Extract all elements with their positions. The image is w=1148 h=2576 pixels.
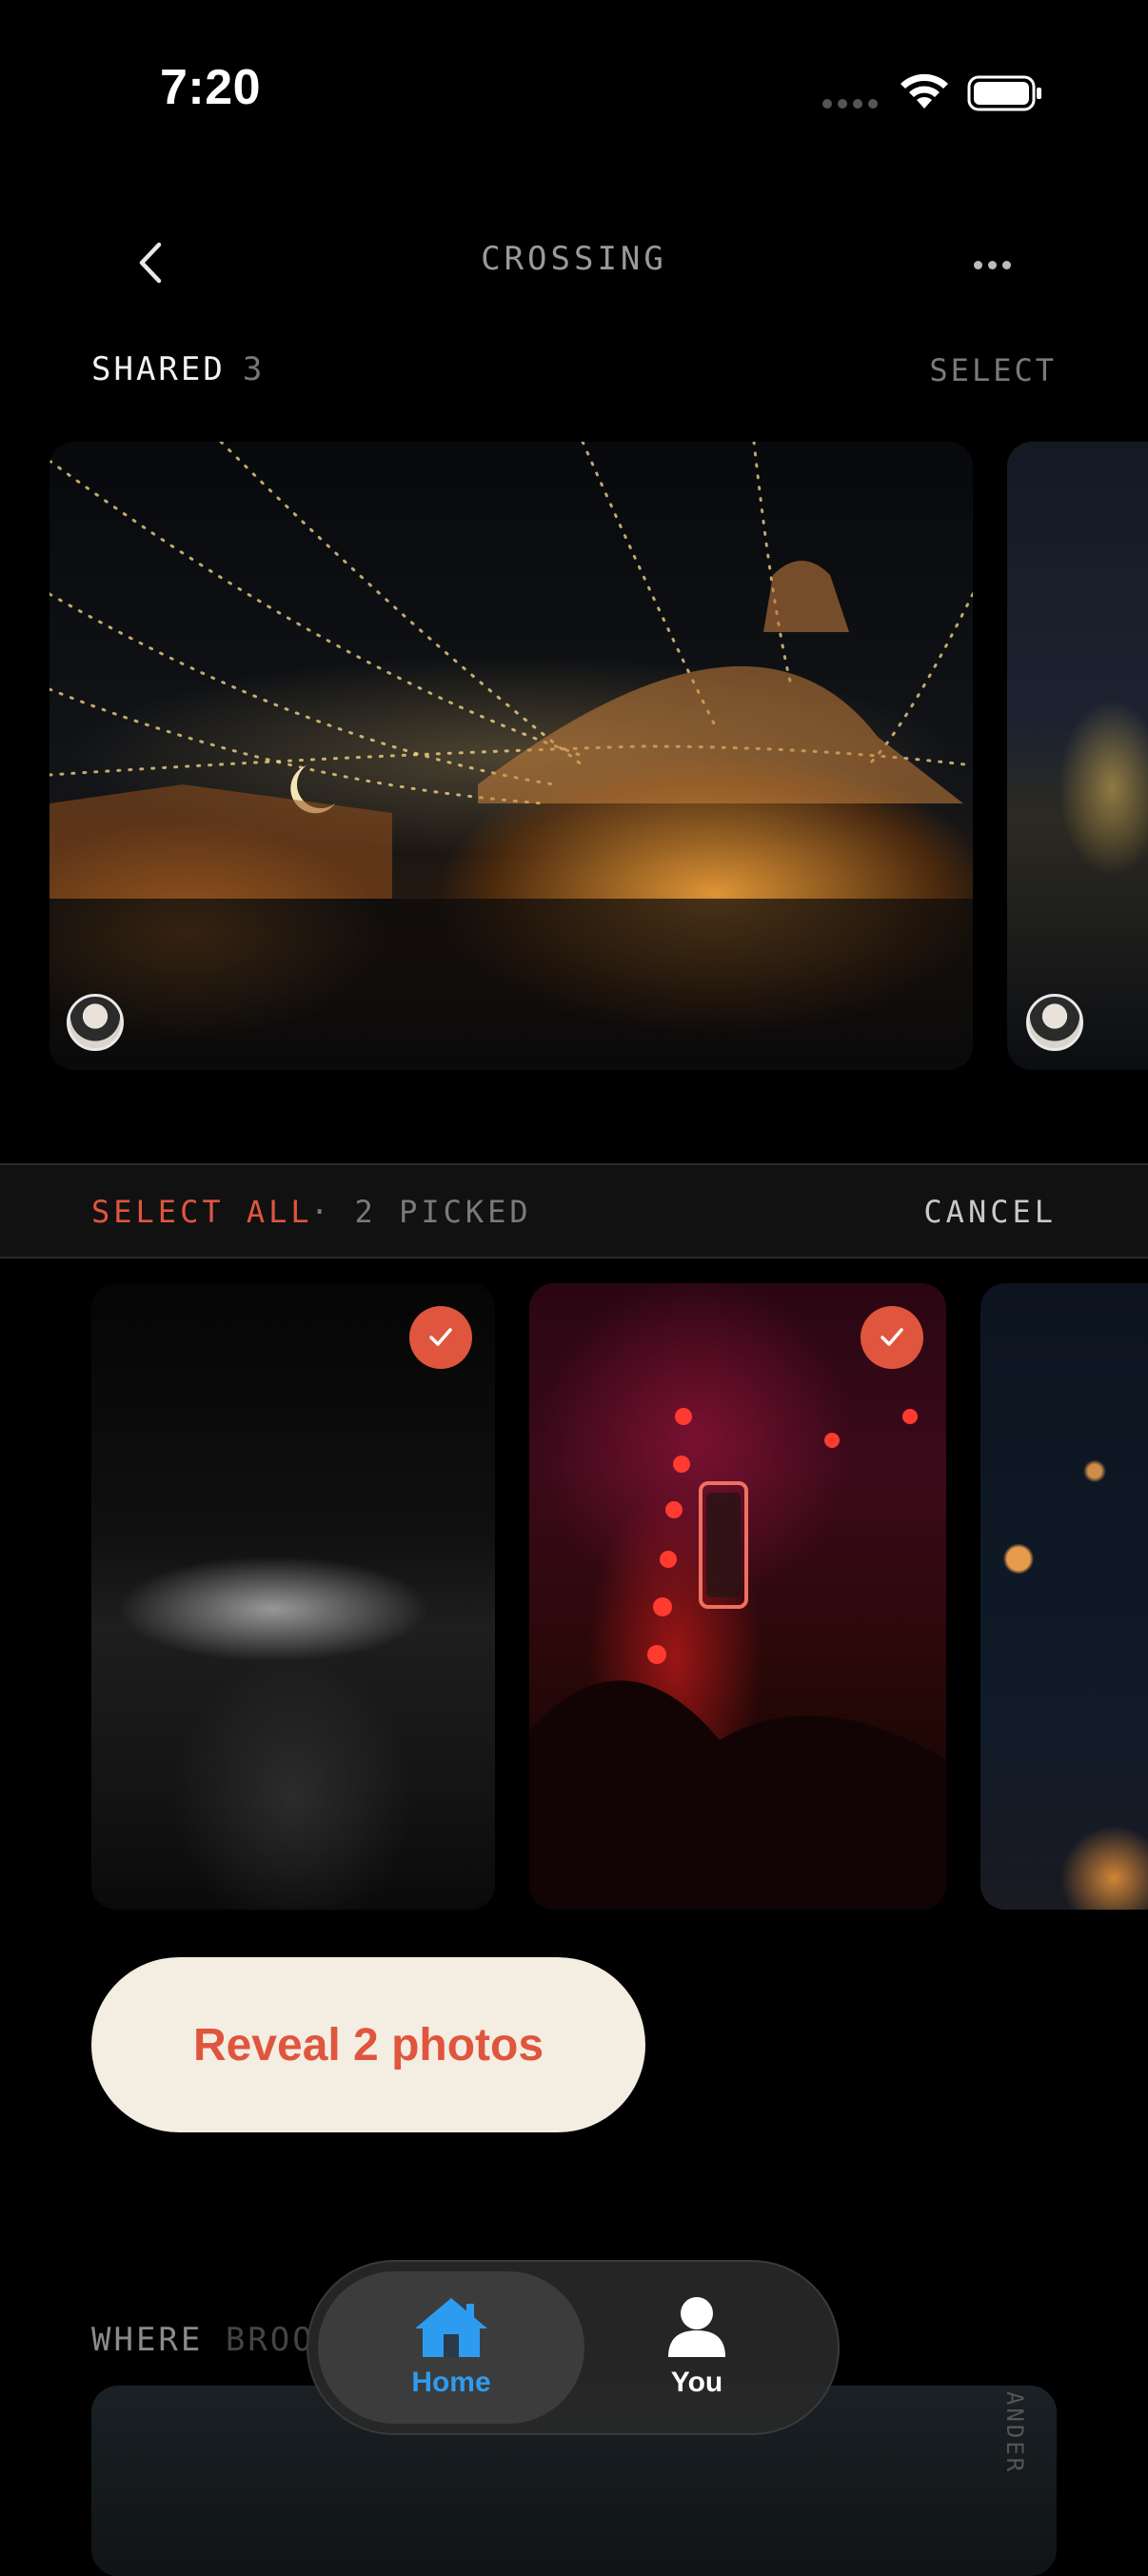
where-section-header: WHERE BROO [91, 2321, 315, 2359]
photo-red-stage[interactable] [529, 1283, 946, 1910]
phone-silhouette [529, 1408, 946, 1910]
person-icon [668, 2297, 725, 2357]
contributor-avatar [67, 994, 124, 1051]
battery-icon [967, 75, 1041, 111]
photo-lanterns[interactable] [980, 1283, 1148, 1910]
checkmark-icon[interactable] [861, 1306, 923, 1369]
where-label: WHERE [91, 2321, 204, 2359]
shared-count: 3 [242, 350, 266, 388]
tab-you-label: You [670, 2367, 723, 2398]
contributor-avatar [1026, 994, 1083, 1051]
tab-home-label: Home [411, 2367, 491, 2398]
tab-you[interactable]: You [573, 2292, 821, 2407]
cellular-signal-icon [822, 99, 878, 109]
where-sub-label: BROO [225, 2321, 315, 2359]
more-dots-icon [973, 260, 982, 269]
cancel-button[interactable]: CANCEL [923, 1194, 1057, 1230]
wifi-icon [901, 73, 948, 109]
shared-section-header: SHARED 3 [91, 350, 265, 388]
shared-photo-city-night[interactable] [1007, 442, 1148, 1070]
checkmark-icon[interactable] [409, 1306, 472, 1369]
string-lights [49, 442, 973, 1070]
shared-photo-carnival[interactable] [49, 442, 973, 1070]
picked-count: · 2 PICKED [310, 1194, 532, 1230]
more-options-button[interactable] [963, 244, 1020, 286]
select-button[interactable]: SELECT [929, 352, 1057, 388]
select-all-button[interactable]: SELECT ALL [91, 1194, 313, 1230]
home-icon [415, 2298, 487, 2357]
tab-home[interactable]: Home [327, 2292, 575, 2407]
photo-concert-crowd[interactable] [91, 1283, 495, 1910]
reveal-photos-button[interactable]: Reveal 2 photos [91, 1957, 645, 2132]
map-label: ANDER [1001, 2391, 1028, 2475]
status-time: 7:20 [160, 60, 262, 115]
shared-label: SHARED [91, 350, 226, 388]
